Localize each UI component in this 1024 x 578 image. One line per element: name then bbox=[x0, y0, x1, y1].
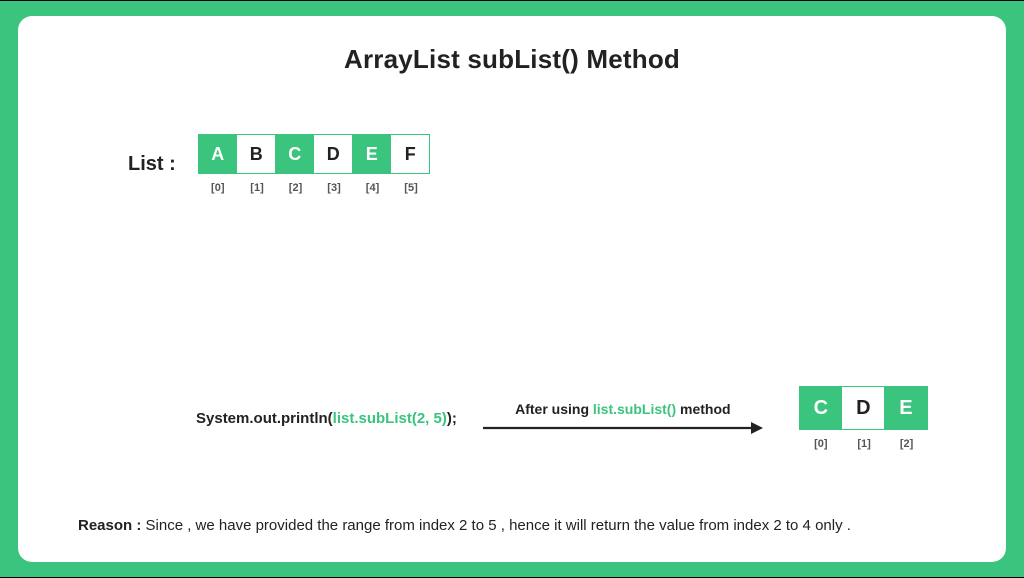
sublist-cell-value: E bbox=[884, 386, 928, 430]
list-cell: F [5] bbox=[392, 134, 431, 194]
sublist-cell: C [0] bbox=[799, 386, 843, 450]
list-cell-value: B bbox=[236, 134, 276, 174]
code-suffix: ); bbox=[447, 410, 457, 427]
arrow-group: After using list.subList() method bbox=[483, 401, 763, 435]
list-cell: E [4] bbox=[353, 134, 392, 194]
code-row: System.out.println(list.subList(2, 5)); … bbox=[196, 386, 928, 450]
sublist-cells: C [0] D [1] E [2] bbox=[799, 386, 928, 450]
list-cell-value: F bbox=[390, 134, 430, 174]
reason-label: Reason : bbox=[78, 517, 141, 534]
diagram-card: ArrayList subList() Method List : A [0] B [… bbox=[18, 16, 1006, 562]
code-text: System.out.println(list.subList(2, 5)); bbox=[196, 410, 457, 427]
reason-body: Since , we have provided the range from … bbox=[141, 517, 851, 534]
sublist-cell-value: C bbox=[799, 386, 843, 430]
sublist-cell: D [1] bbox=[843, 386, 886, 450]
list-cell-value: D bbox=[313, 134, 353, 174]
list-cell-index: [1] bbox=[250, 182, 263, 194]
arrow-caption-highlight: list.subList() bbox=[593, 401, 676, 417]
page-title: ArrayList subList() Method bbox=[58, 44, 966, 75]
list-cell-value: C bbox=[275, 134, 315, 174]
code-highlight: list.subList(2, 5) bbox=[333, 410, 447, 427]
list-label: List : bbox=[128, 153, 176, 176]
list-cell-index: [3] bbox=[327, 182, 340, 194]
arrow-caption-after: method bbox=[676, 401, 730, 417]
arrow-caption: After using list.subList() method bbox=[515, 401, 730, 417]
list-cell: C [2] bbox=[276, 134, 315, 194]
list-cell-index: [5] bbox=[404, 182, 417, 194]
arrow-caption-before: After using bbox=[515, 401, 593, 417]
list-cell-value: E bbox=[352, 134, 392, 174]
list-cell: D [3] bbox=[315, 134, 354, 194]
list-cell: A [0] bbox=[198, 134, 238, 194]
sublist-cell-index: [2] bbox=[900, 438, 913, 450]
sublist-cell-index: [0] bbox=[814, 438, 827, 450]
code-prefix: System.out.println( bbox=[196, 410, 333, 427]
sublist-cell-index: [1] bbox=[857, 438, 870, 450]
list-cell-index: [4] bbox=[366, 182, 379, 194]
arrow-icon bbox=[483, 421, 763, 435]
list-cell-value: A bbox=[198, 134, 238, 174]
page-frame: ArrayList subList() Method List : A [0] B [… bbox=[0, 1, 1024, 577]
list-cell-index: [0] bbox=[211, 182, 224, 194]
list-cell-index: [2] bbox=[289, 182, 302, 194]
sublist-cell-value: D bbox=[841, 386, 885, 430]
sublist-cell: E [2] bbox=[885, 386, 928, 450]
reason-text: Reason : Since , we have provided the ra… bbox=[78, 517, 946, 534]
list-cell: B [1] bbox=[238, 134, 277, 194]
list-cells: A [0] B [1] C [2] D [3] E [4] F [5] bbox=[198, 134, 431, 194]
list-section: List : A [0] B [1] C [2] D [3] E [4] F [5] bbox=[128, 134, 430, 194]
